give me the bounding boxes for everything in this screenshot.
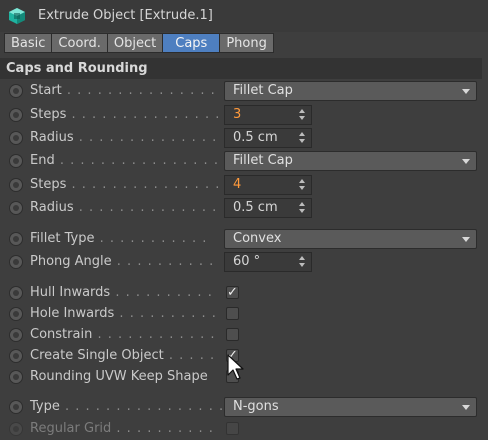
spinner-arrows-icon[interactable] (299, 178, 307, 192)
keyframe-radio-icon[interactable] (9, 154, 23, 168)
row-hull-inwards: Hull Inwards . . . . . . . . . . ✓ (0, 282, 488, 304)
keyframe-radio-icon[interactable] (9, 108, 23, 122)
tab-coord[interactable]: Coord. (51, 33, 108, 53)
constrain-label: Constrain . . . . . . . . . . . . (30, 327, 216, 342)
row-end-radius: Radius . . . . . . . . . . . . . . 0.5 c… (0, 197, 488, 219)
radius-label: Radius . . . . . . . . . . . . . . (30, 200, 218, 215)
type-label: Type . . . . . . . . . . . . . . . . (30, 399, 225, 414)
keyframe-radio-icon[interactable] (9, 307, 23, 321)
chevron-down-icon (462, 89, 470, 94)
row-type: Type . . . . . . . . . . . . . . . . N-g… (0, 396, 488, 418)
keyframe-radio-icon[interactable] (9, 328, 23, 342)
tab-bar: Basic Coord. Object Caps Phong (4, 33, 274, 53)
row-start-radius: Radius . . . . . . . . . . . . . . 0.5 c… (0, 127, 488, 149)
phong-angle-input[interactable]: 60 ° (224, 252, 312, 272)
end-label: End . . . . . . . . . . . . . . . . (30, 153, 219, 168)
chevron-down-icon (462, 405, 470, 410)
tab-caps[interactable]: Caps (162, 33, 221, 53)
row-end: End . . . . . . . . . . . . . . . . Fill… (0, 150, 488, 172)
start-radius-value: 0.5 cm (233, 130, 278, 145)
radius-label: Radius . . . . . . . . . . . . . . (30, 130, 218, 145)
start-steps-value: 3 (233, 107, 242, 122)
hole-inwards-checkbox[interactable] (226, 307, 239, 320)
keyframe-radio-icon[interactable] (9, 349, 23, 363)
hull-inwards-checkbox[interactable]: ✓ (226, 286, 239, 299)
regular-grid-checkbox (226, 422, 239, 435)
keyframe-radio-icon (9, 422, 23, 436)
keyframe-radio-icon[interactable] (9, 232, 23, 246)
keyframe-radio-icon[interactable] (9, 400, 23, 414)
constrain-checkbox[interactable] (226, 328, 239, 341)
row-regular-grid: Regular Grid . . . . . . . . . . (0, 418, 488, 440)
rounding-uvw-keep-shape-checkbox[interactable] (226, 370, 239, 383)
regular-grid-label: Regular Grid . . . . . . . . . . (30, 421, 214, 436)
spinner-arrows-icon[interactable] (299, 201, 307, 215)
row-phong-angle: Phong Angle . . . . . . . . . . 60 ° (0, 251, 488, 273)
row-hole-inwards: Hole Inwards . . . . . . . . . . (0, 303, 488, 325)
end-radius-value: 0.5 cm (233, 200, 278, 215)
start-value: Fillet Cap (233, 83, 293, 98)
fillet-type-dropdown[interactable]: Convex (224, 229, 477, 249)
keyframe-radio-icon[interactable] (9, 370, 23, 384)
end-radius-input[interactable]: 0.5 cm (224, 198, 312, 218)
steps-label: Steps . . . . . . . . . . . . . . . (30, 177, 221, 192)
tab-phong[interactable]: Phong (219, 33, 274, 53)
keyframe-radio-icon[interactable] (9, 255, 23, 269)
spinner-arrows-icon[interactable] (299, 108, 307, 122)
start-dropdown[interactable]: Fillet Cap (224, 81, 477, 101)
keyframe-radio-icon[interactable] (9, 131, 23, 145)
spinner-arrows-icon[interactable] (299, 255, 307, 269)
steps-label: Steps . . . . . . . . . . . . . . . (30, 107, 221, 122)
tab-object[interactable]: Object (106, 33, 164, 53)
extrude-object-icon (9, 8, 25, 24)
keyframe-radio-icon[interactable] (9, 286, 23, 300)
end-value: Fillet Cap (233, 153, 293, 168)
end-dropdown[interactable]: Fillet Cap (224, 151, 477, 171)
row-start-steps: Steps . . . . . . . . . . . . . . . 3 (0, 104, 488, 126)
start-steps-input[interactable]: 3 (224, 105, 312, 125)
type-dropdown[interactable]: N-gons (224, 397, 477, 417)
create-single-object-checkbox[interactable]: ✓ (226, 349, 239, 362)
phong-angle-value: 60 ° (233, 254, 261, 269)
fillet-type-value: Convex (233, 231, 282, 246)
row-constrain: Constrain . . . . . . . . . . . . (0, 324, 488, 346)
start-label: Start . . . . . . . . . . . . . . . (30, 83, 216, 98)
keyframe-radio-icon[interactable] (9, 201, 23, 215)
tab-basic[interactable]: Basic (4, 33, 53, 53)
hole-inwards-label: Hole Inwards . . . . . . . . . . (30, 306, 217, 321)
end-steps-value: 4 (233, 177, 242, 192)
row-rounding-uvw-keep-shape: Rounding UVW Keep Shape (0, 366, 488, 388)
row-create-single-object: Create Single Object . . . . . ✓ (0, 345, 488, 367)
checkmark-icon: ✓ (227, 348, 238, 363)
create-single-object-label: Create Single Object . . . . . (30, 348, 216, 363)
type-value: N-gons (233, 399, 279, 414)
keyframe-radio-icon[interactable] (9, 84, 23, 98)
phong-angle-label: Phong Angle . . . . . . . . . . (30, 254, 215, 269)
end-steps-input[interactable]: 4 (224, 175, 312, 195)
fillet-type-label: Fillet Type . . . . . . . . . . . (30, 231, 208, 246)
row-fillet-type: Fillet Type . . . . . . . . . . . Convex (0, 228, 488, 250)
checkmark-icon: ✓ (227, 285, 238, 300)
row-start: Start . . . . . . . . . . . . . . . Fill… (0, 80, 488, 102)
rounding-uvw-keep-shape-label: Rounding UVW Keep Shape (30, 369, 208, 384)
spinner-arrows-icon[interactable] (299, 131, 307, 145)
chevron-down-icon (462, 237, 470, 242)
hull-inwards-label: Hull Inwards . . . . . . . . . . (30, 285, 213, 300)
start-radius-input[interactable]: 0.5 cm (224, 128, 312, 148)
chevron-down-icon (462, 159, 470, 164)
keyframe-radio-icon[interactable] (9, 178, 23, 192)
window-title: Extrude Object [Extrude.1] (38, 8, 213, 23)
section-caps-and-rounding: Caps and Rounding (0, 58, 482, 79)
title-bar: Extrude Object [Extrude.1] (0, 0, 488, 32)
row-end-steps: Steps . . . . . . . . . . . . . . . 4 (0, 174, 488, 196)
